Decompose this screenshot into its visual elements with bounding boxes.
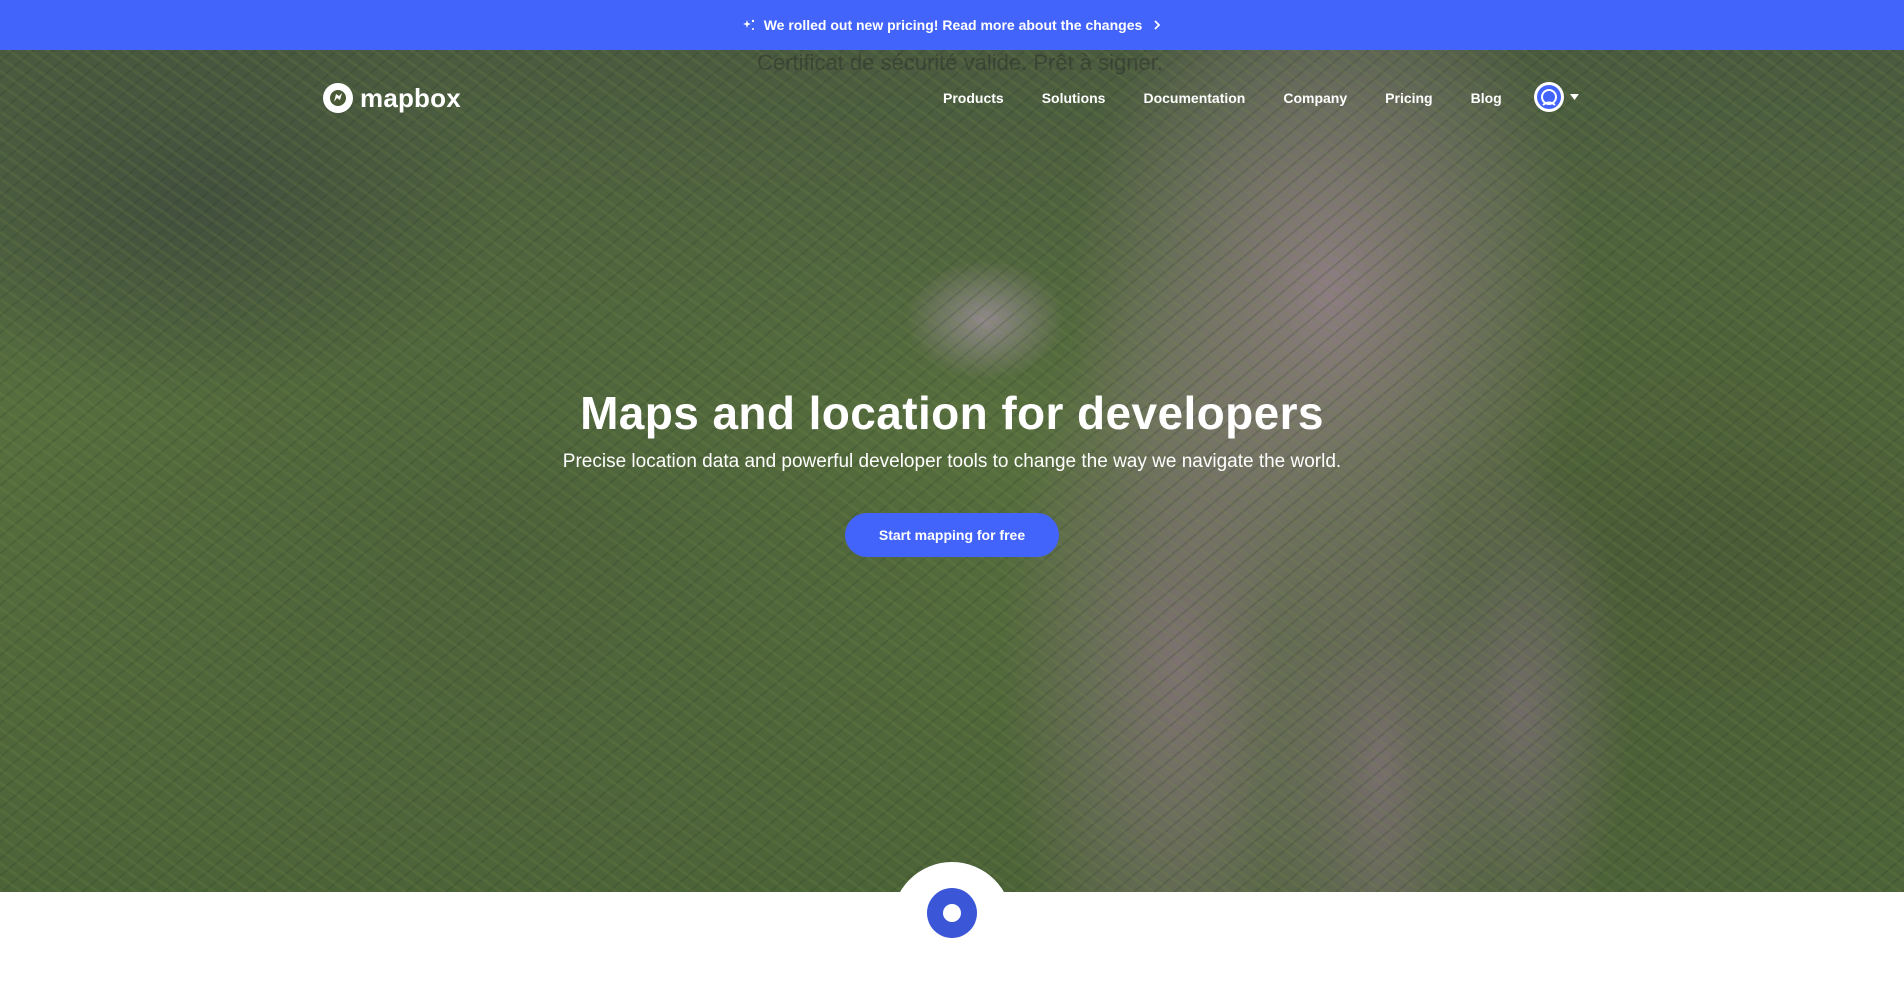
announcement-link[interactable]: We rolled out new pricing! Read more abo…: [742, 17, 1163, 33]
main-nav: mapbox Products Solutions Documentation …: [0, 50, 1904, 145]
nav-item-pricing[interactable]: Pricing: [1385, 90, 1432, 106]
nav-item-solutions[interactable]: Solutions: [1042, 90, 1106, 106]
hero-title: Maps and location for developers: [580, 387, 1324, 439]
location-dot-icon: [927, 888, 977, 938]
start-mapping-button[interactable]: Start mapping for free: [844, 513, 1060, 557]
announcement-banner: We rolled out new pricing! Read more abo…: [0, 0, 1904, 50]
nav-item-blog[interactable]: Blog: [1471, 90, 1502, 106]
announcement-text: We rolled out new pricing! Read more abo…: [763, 17, 1143, 33]
caret-down-icon: [1570, 94, 1579, 100]
hero-subtitle: Precise location data and powerful devel…: [562, 451, 1342, 472]
user-avatar-icon: [1537, 85, 1561, 109]
account-menu[interactable]: [1534, 82, 1579, 112]
chevron-right-icon: [1154, 20, 1161, 30]
nav-links: Products Solutions Documentation Company…: [943, 90, 1502, 106]
logo-text: mapbox: [360, 82, 461, 113]
nav-item-company[interactable]: Company: [1283, 90, 1347, 106]
hero-content: Maps and location for developers Precise…: [0, 385, 1904, 557]
mapbox-logo-icon: [323, 83, 353, 113]
nav-item-products[interactable]: Products: [943, 90, 1004, 106]
mapbox-logo[interactable]: mapbox: [322, 82, 461, 114]
nav-item-documentation[interactable]: Documentation: [1143, 90, 1245, 106]
sparkle-icon: [742, 19, 754, 30]
avatar: [1534, 82, 1564, 112]
